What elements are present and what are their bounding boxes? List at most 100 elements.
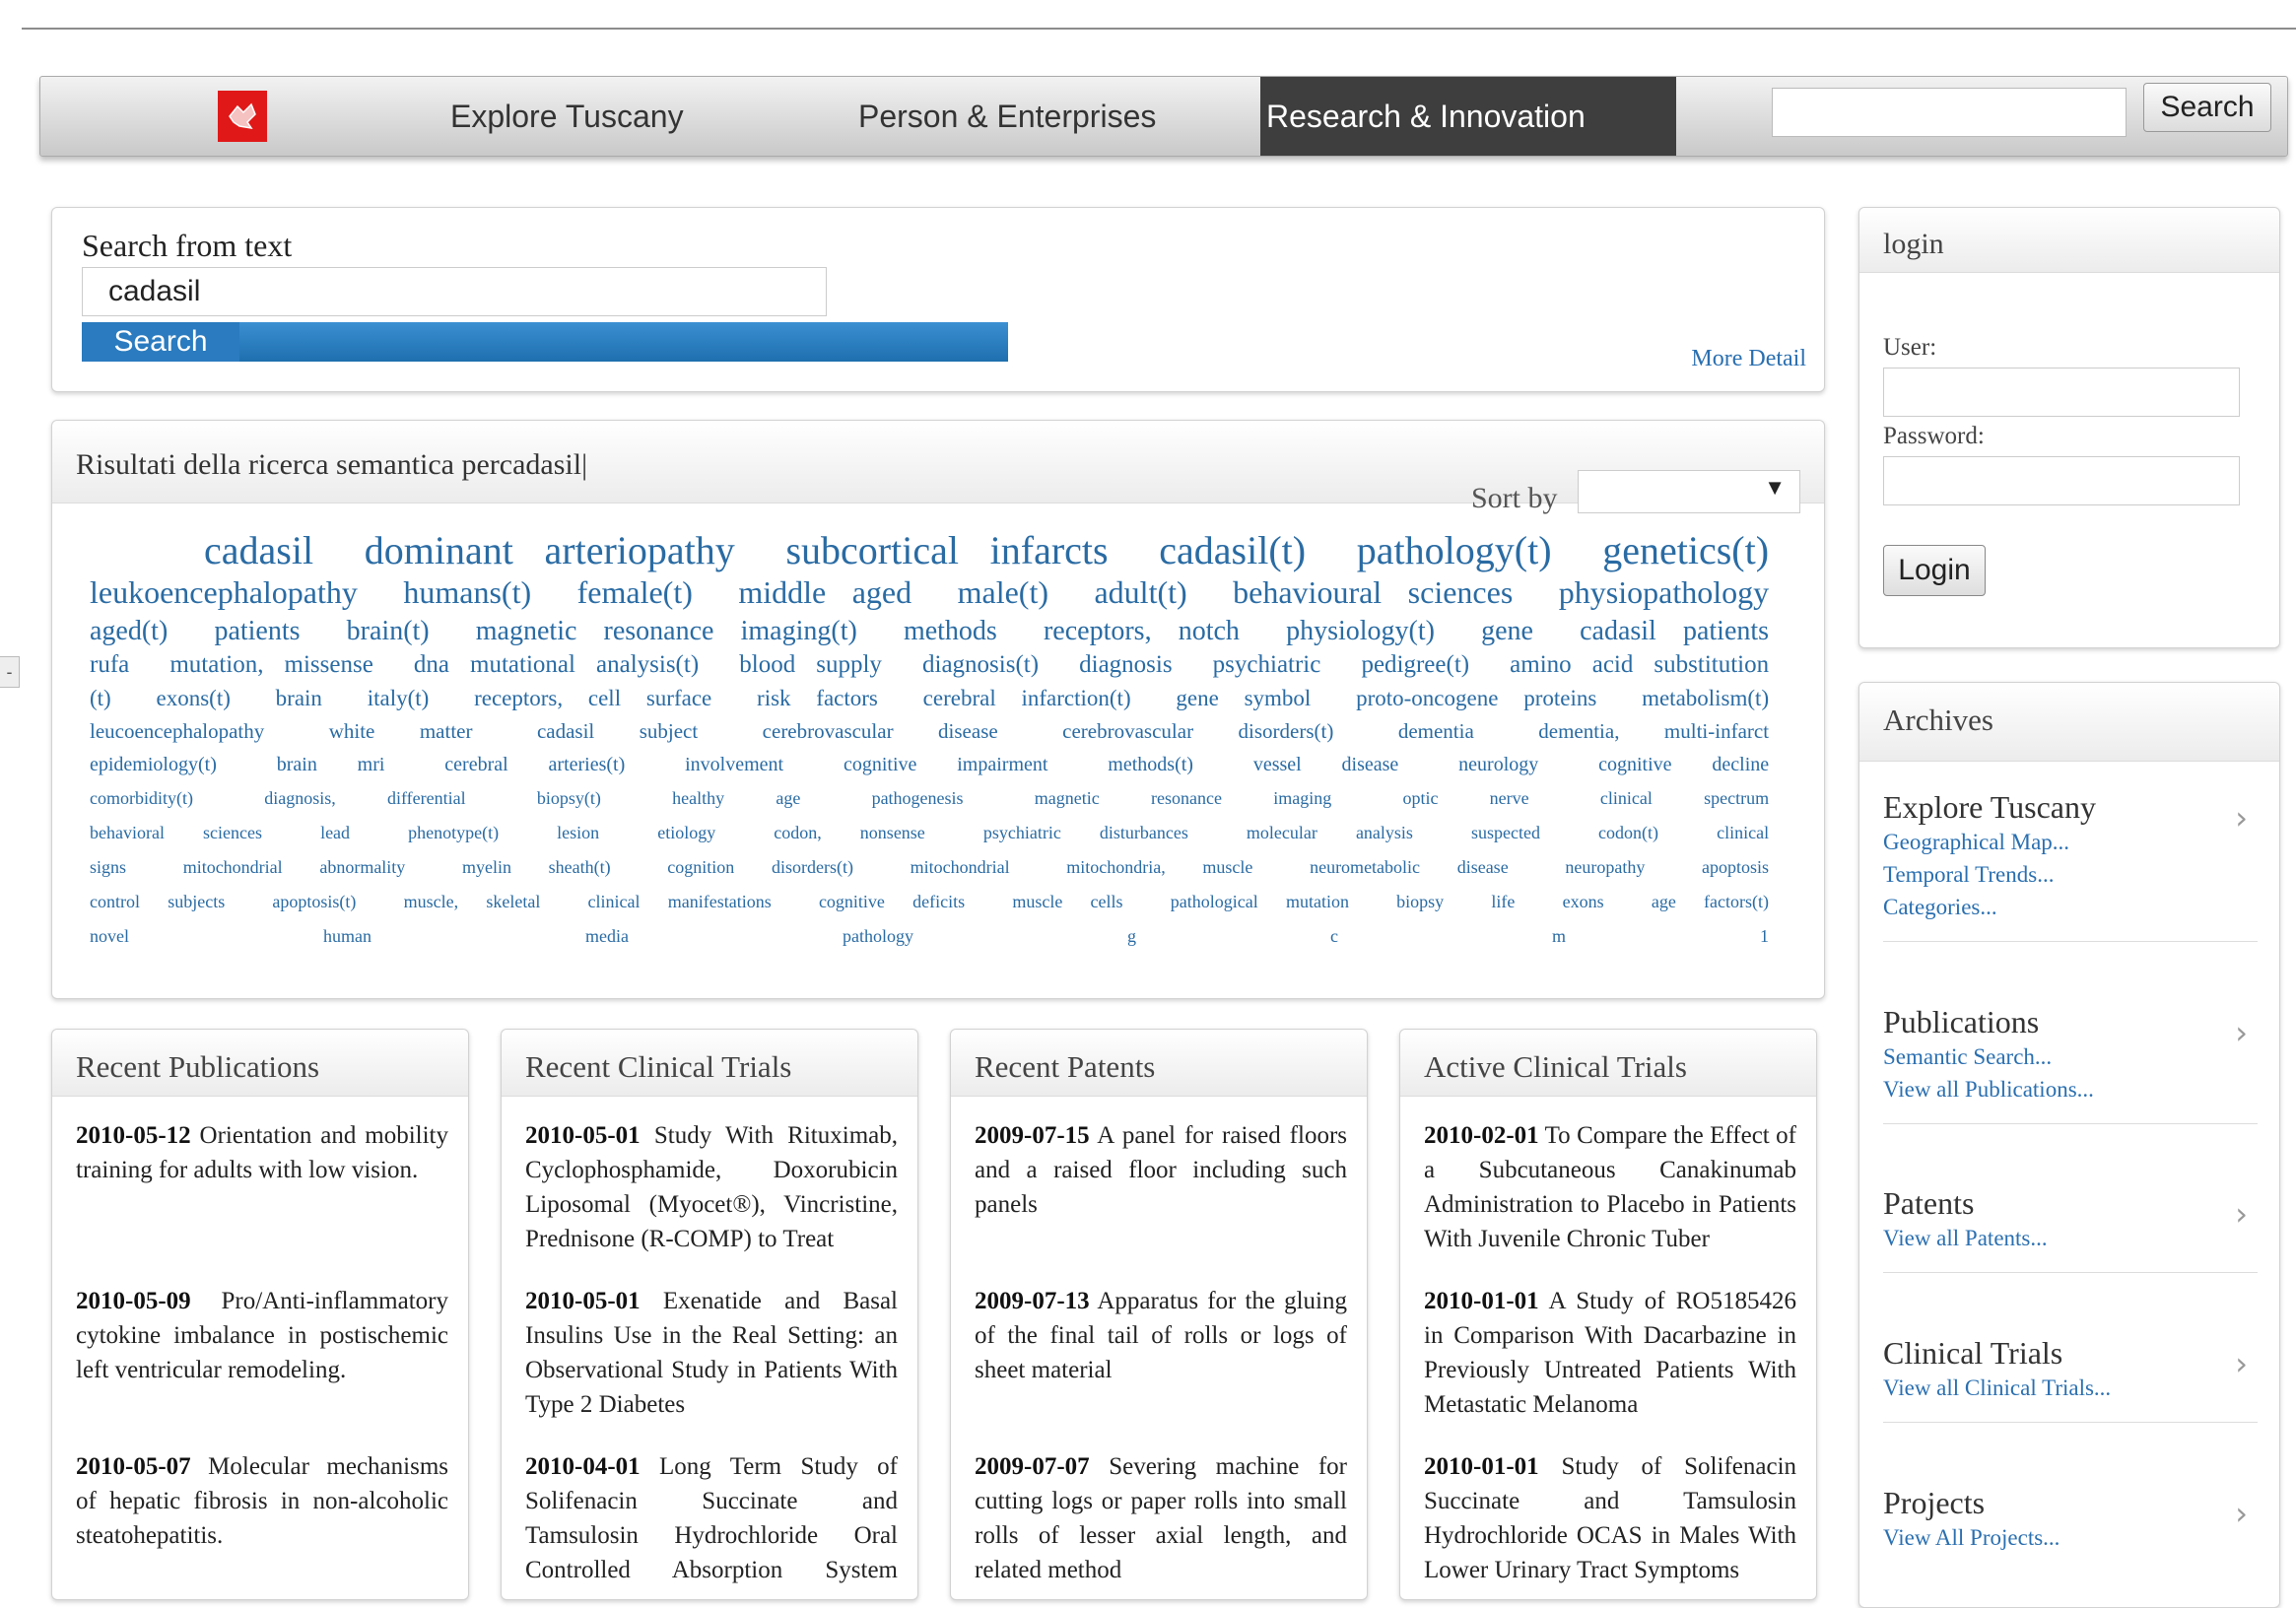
tag-cloud-term[interactable]: magnetic resonance imaging xyxy=(1035,788,1331,808)
tag-cloud-term[interactable]: proto-oncogene proteins xyxy=(1356,686,1596,710)
tag-cloud-term[interactable]: etiology xyxy=(657,823,715,842)
tag-cloud-term[interactable]: mitochondrial abnormality xyxy=(183,857,406,877)
tag-cloud-term[interactable]: mitochondria, muscle xyxy=(1066,857,1252,877)
tag-cloud-term[interactable]: clinical xyxy=(1717,823,1769,842)
tag-cloud-term[interactable]: comorbidity(t) xyxy=(90,788,193,808)
tag-cloud-term[interactable]: media xyxy=(585,926,629,946)
card-entry[interactable]: 2009-07-13 Apparatus for the gluing of t… xyxy=(975,1284,1347,1422)
tag-cloud-term[interactable]: apoptosis(t) xyxy=(272,892,356,911)
tag-cloud-term[interactable]: male(t) xyxy=(958,574,1048,610)
tag-cloud-term[interactable]: aged(t) xyxy=(90,616,168,646)
tag-cloud-term[interactable]: adult(t) xyxy=(1094,574,1186,610)
tag-cloud-term[interactable]: patients xyxy=(214,616,300,646)
chevron-right-icon[interactable]: › xyxy=(2235,1195,2248,1233)
tag-cloud-term[interactable]: receptors, cell surface xyxy=(474,686,711,710)
tag-cloud-term[interactable]: cadasil(t) xyxy=(1159,528,1306,572)
tag-cloud-term[interactable]: exons(t) xyxy=(157,686,231,710)
more-detail-link[interactable]: More Detail xyxy=(1691,346,1806,372)
tag-cloud-term[interactable]: life xyxy=(1491,892,1515,911)
tag-cloud-term[interactable]: signs xyxy=(90,857,126,877)
tag-cloud-term[interactable]: clinical spectrum xyxy=(1600,788,1769,808)
tag-cloud-term[interactable]: neurology xyxy=(1458,754,1538,775)
tag-cloud-term[interactable]: dementia xyxy=(1398,719,1474,743)
card-entry[interactable]: 2009-07-07 Severing machine for cutting … xyxy=(975,1449,1347,1587)
tag-cloud-term[interactable]: subcortical infarcts xyxy=(785,528,1108,572)
chevron-right-icon[interactable]: › xyxy=(2235,799,2248,837)
tag-cloud-term[interactable]: exons xyxy=(1563,892,1604,911)
tag-cloud-term[interactable]: apoptosis xyxy=(1702,857,1769,877)
tag-cloud-term[interactable]: age factors(t) xyxy=(1652,892,1769,911)
tag-cloud-term[interactable]: pathological mutation xyxy=(1171,892,1349,911)
tag-cloud-term[interactable]: pathology xyxy=(843,926,913,946)
tag-cloud-term[interactable]: suspected xyxy=(1471,823,1540,842)
tag-cloud-term[interactable]: involvement xyxy=(685,754,783,775)
chevron-right-icon[interactable]: › xyxy=(2235,1495,2248,1532)
tag-cloud-term[interactable]: clinical manifestations xyxy=(588,892,772,911)
card-entry[interactable]: 2010-05-07 Molecular mechanisms of hepat… xyxy=(76,1449,448,1587)
card-entry[interactable]: 2010-05-09 Pro/Anti-inflammatory cytokin… xyxy=(76,1284,448,1422)
user-input[interactable] xyxy=(1883,368,2240,417)
nav-research-innovation[interactable]: Research & Innovation xyxy=(1260,77,1676,156)
archive-section-title[interactable]: Publications xyxy=(1883,1004,2258,1040)
tag-cloud-term[interactable]: pedigree(t) xyxy=(1361,651,1469,678)
archive-link[interactable]: View All Projects... xyxy=(1883,1521,2258,1554)
archive-section-title[interactable]: Projects xyxy=(1883,1485,2258,1521)
tag-cloud-term[interactable]: diagnosis xyxy=(1079,651,1172,678)
archive-section-title[interactable]: Patents xyxy=(1883,1185,2258,1222)
archive-section-title[interactable]: Clinical Trials xyxy=(1883,1335,2258,1372)
tag-cloud-term[interactable]: magnetic resonance imaging(t) xyxy=(476,616,857,646)
tag-cloud-term[interactable]: neurometabolic disease xyxy=(1310,857,1509,877)
nav-explore-tuscany[interactable]: Explore Tuscany xyxy=(444,77,690,156)
tag-cloud-term[interactable]: (t) xyxy=(90,686,111,710)
tag-cloud-term[interactable]: mutation, missense xyxy=(169,651,372,678)
card-entry[interactable]: 2010-05-12 Orientation and mobility trai… xyxy=(76,1118,448,1256)
tag-cloud-term[interactable]: dna mutational analysis(t) xyxy=(414,651,699,678)
tag-cloud-term[interactable]: metabolism(t) xyxy=(1642,686,1769,710)
tag-cloud-term[interactable]: diagnosis, differential xyxy=(264,788,465,808)
tag-cloud-term[interactable]: lead xyxy=(320,823,350,842)
tag-cloud-term[interactable]: lesion xyxy=(557,823,599,842)
tag-cloud-term[interactable]: epidemiology(t) xyxy=(90,754,217,775)
password-input[interactable] xyxy=(1883,456,2240,505)
card-entry[interactable]: 2010-02-01 To Compare the Effect of a Su… xyxy=(1424,1118,1796,1256)
tag-cloud-term[interactable]: psychiatric disturbances xyxy=(983,823,1188,842)
tag-cloud-term[interactable]: muscle cells xyxy=(1012,892,1122,911)
tag-cloud-term[interactable]: codon(t) xyxy=(1598,823,1658,842)
tag-cloud-term[interactable]: leukoencephalopathy xyxy=(90,574,358,610)
tag-cloud-term[interactable]: behavioural sciences xyxy=(1233,574,1513,610)
archive-link[interactable]: View all Patents... xyxy=(1883,1222,2258,1254)
tag-cloud-term[interactable]: methods xyxy=(904,616,997,646)
tag-cloud-term[interactable]: physiopathology xyxy=(1559,574,1769,610)
tag-cloud-term[interactable]: cadasil patients xyxy=(1580,616,1769,646)
archive-link[interactable]: Semantic Search... xyxy=(1883,1040,2258,1073)
tag-cloud-term[interactable]: cognition disorders(t) xyxy=(667,857,853,877)
card-entry[interactable]: 2010-05-01 Study With Rituximab, Cycloph… xyxy=(525,1118,898,1256)
card-entry[interactable]: 2009-07-15 A panel for raised floors and… xyxy=(975,1118,1347,1256)
tag-cloud-term[interactable]: middle aged xyxy=(738,574,912,610)
tag-cloud-term[interactable]: control subjects xyxy=(90,892,225,911)
tag-cloud-term[interactable]: cognitive deficits xyxy=(819,892,965,911)
search-input[interactable]: cadasil xyxy=(82,267,827,316)
tag-cloud-term[interactable]: blood supply xyxy=(739,651,882,678)
tag-cloud-term[interactable]: healthy age xyxy=(672,788,800,808)
tag-cloud-term[interactable]: optic nerve xyxy=(1402,788,1528,808)
chevron-right-icon[interactable]: › xyxy=(2235,1014,2248,1051)
tag-cloud-term[interactable]: biopsy xyxy=(1396,892,1444,911)
tag-cloud-term[interactable]: italy(t) xyxy=(368,686,430,710)
tag-cloud-term[interactable]: humans(t) xyxy=(403,574,531,610)
search-button[interactable]: Search xyxy=(82,322,241,362)
card-entry[interactable]: 2010-01-01 A Study of RO5185426 in Compa… xyxy=(1424,1284,1796,1422)
tag-cloud-term[interactable]: cerebral arteries(t) xyxy=(444,754,625,775)
tag-cloud-term[interactable]: codon, nonsense xyxy=(774,823,925,842)
tag-cloud-term[interactable]: g c xyxy=(1127,926,1338,946)
archive-link[interactable]: Categories... xyxy=(1883,891,2258,923)
tag-cloud-term[interactable]: cerebrovascular disease xyxy=(763,719,998,743)
archive-link[interactable]: View all Publications... xyxy=(1883,1073,2258,1106)
card-entry[interactable]: 2010-04-01 Long Term Study of Solifenaci… xyxy=(525,1449,898,1587)
tag-cloud-term[interactable]: cerebral infarction(t) xyxy=(923,686,1131,710)
side-collapse-tab[interactable]: - xyxy=(0,656,20,688)
tag-cloud-term[interactable]: pathology(t) xyxy=(1357,528,1552,572)
nav-search-button[interactable]: Search xyxy=(2143,83,2271,132)
tag-cloud-term[interactable]: methods(t) xyxy=(1108,754,1193,775)
tag-cloud-term[interactable]: brain(t) xyxy=(347,616,430,646)
